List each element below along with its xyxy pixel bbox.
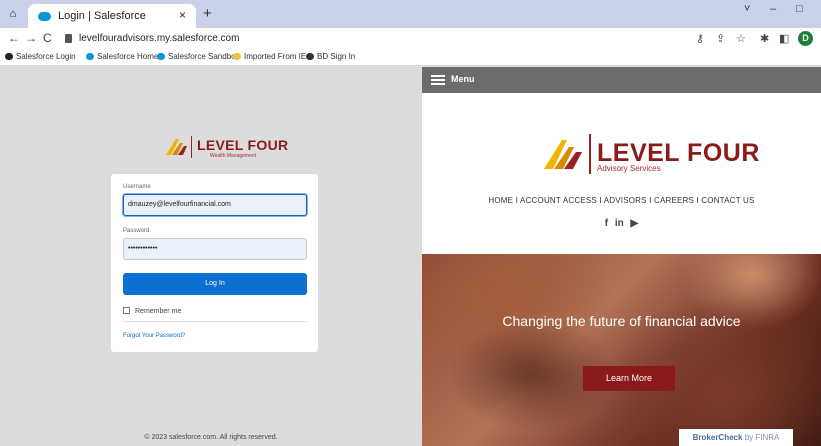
bookmarks-bar: Salesforce Login Salesforce Home Salesfo… bbox=[0, 50, 821, 66]
logo-divider bbox=[191, 136, 192, 158]
menu-label[interactable]: Menu bbox=[451, 74, 475, 84]
password-label: Password bbox=[123, 228, 150, 234]
brokercheck-label: BrokerCheck bbox=[692, 433, 743, 442]
username-input[interactable]: dmauzey@levelfourfinancial.com bbox=[123, 194, 307, 216]
key-icon[interactable]: ⚷ bbox=[696, 32, 704, 45]
browser-tab-bar: ⌂ Login | Salesforce × + ˅ – □ bbox=[0, 0, 821, 28]
tab-title: Login | Salesforce bbox=[58, 10, 146, 22]
minimize-button[interactable]: – bbox=[770, 3, 776, 15]
address-bar: ← → C levelfouradvisors.my.salesforce.co… bbox=[0, 28, 821, 50]
social-links: f in ▶ bbox=[422, 218, 821, 229]
hamburger-icon[interactable] bbox=[431, 75, 445, 85]
site-nav[interactable]: HOME I ACCOUNT ACCESS I ADVISORS I CAREE… bbox=[422, 196, 821, 205]
salesforce-favicon-icon bbox=[38, 12, 51, 21]
level-four-site-pane: Menu LEVEL FOUR Advisory Services HOME I… bbox=[422, 67, 821, 446]
extensions-icon[interactable]: ✱ bbox=[760, 32, 769, 45]
username-label: Username bbox=[123, 184, 151, 190]
bookmark-bd-sign-in[interactable]: BD Sign In bbox=[306, 52, 355, 61]
facebook-icon[interactable]: f bbox=[605, 218, 608, 229]
salesforce-login-pane: LEVEL FOUR Wealth Management Username dm… bbox=[0, 67, 422, 446]
bookmark-salesforce-login[interactable]: Salesforce Login bbox=[5, 52, 76, 61]
login-button[interactable]: Log In bbox=[123, 273, 307, 295]
close-tab-icon[interactable]: × bbox=[179, 8, 186, 22]
site-logo-subtitle: Advisory Services bbox=[597, 164, 661, 173]
form-divider bbox=[123, 321, 307, 322]
linkedin-icon[interactable]: in bbox=[615, 218, 624, 229]
logo-divider bbox=[589, 134, 591, 174]
youtube-icon[interactable]: ▶ bbox=[631, 218, 639, 229]
brokercheck-badge[interactable]: BrokerCheck by FINRA bbox=[679, 429, 793, 446]
level-four-logo-icon bbox=[544, 140, 582, 169]
folder-icon bbox=[233, 53, 241, 60]
login-logo-subtitle: Wealth Management bbox=[210, 153, 257, 159]
learn-more-button[interactable]: Learn More bbox=[583, 366, 675, 391]
copyright-text: © 2023 salesforce.com. All rights reserv… bbox=[144, 434, 278, 441]
tab-search-icon[interactable]: ˅ bbox=[744, 3, 750, 15]
star-icon[interactable]: ☆ bbox=[736, 32, 746, 45]
maximize-button[interactable]: □ bbox=[796, 3, 803, 15]
hero-title: Changing the future of financial advice bbox=[502, 313, 741, 329]
bookmark-imported-from-ie[interactable]: Imported From IE bbox=[233, 52, 306, 61]
home-icon[interactable]: ⌂ bbox=[6, 7, 20, 21]
password-input[interactable]: •••••••••••• bbox=[123, 238, 307, 260]
gear-icon bbox=[306, 53, 314, 60]
forward-icon[interactable]: → bbox=[25, 31, 37, 45]
lock-icon[interactable] bbox=[65, 34, 72, 43]
salesforce-cloud-icon bbox=[86, 53, 94, 60]
remember-me-checkbox[interactable] bbox=[123, 307, 130, 314]
bookmark-salesforce-sandbox[interactable]: Salesforce Sandbox bbox=[157, 52, 240, 61]
profile-avatar[interactable]: D bbox=[798, 31, 813, 46]
login-logo-text: LEVEL FOUR bbox=[197, 137, 289, 153]
browser-tab[interactable]: Login | Salesforce × bbox=[28, 4, 196, 28]
salesforce-cloud-icon bbox=[157, 53, 165, 60]
hero-banner: Changing the future of financial advice … bbox=[422, 254, 821, 446]
forgot-password-link[interactable]: Forgot Your Password? bbox=[123, 333, 185, 339]
back-icon[interactable]: ← bbox=[8, 31, 20, 45]
url-text[interactable]: levelfouradvisors.my.salesforce.com bbox=[79, 33, 239, 44]
bookmark-salesforce-home[interactable]: Salesforce Home bbox=[86, 52, 158, 61]
login-form: Username dmauzey@levelfourfinancial.com … bbox=[111, 174, 318, 352]
sidepanel-icon[interactable]: ◧ bbox=[779, 32, 789, 45]
remember-me[interactable]: Remember me bbox=[123, 307, 181, 315]
salesforce-circle-icon bbox=[5, 53, 13, 60]
site-menu-bar: Menu bbox=[422, 67, 821, 93]
brokercheck-finra-label: by FINRA bbox=[744, 433, 780, 442]
reload-icon[interactable]: C bbox=[43, 31, 52, 45]
share-icon[interactable]: ⇪ bbox=[716, 32, 725, 45]
level-four-logo-icon bbox=[166, 139, 187, 155]
new-tab-button[interactable]: + bbox=[203, 5, 212, 22]
